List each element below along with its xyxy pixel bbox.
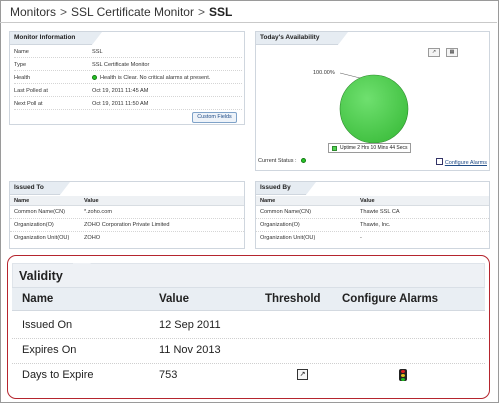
traffic-light-alarm-icon[interactable] bbox=[399, 369, 407, 381]
cell-name: Issued On bbox=[22, 319, 73, 331]
info-label: Last Polled at bbox=[14, 88, 48, 94]
validity-row-days-to-expire: Days to Expire 753 ↗ bbox=[12, 364, 485, 389]
info-label: Next Poll at bbox=[14, 101, 43, 107]
column-header-name: Name bbox=[22, 293, 54, 305]
info-label: Name bbox=[14, 49, 29, 55]
info-row-health: Health Health is Clear. No critical alar… bbox=[14, 72, 242, 84]
breadcrumb-current: SSL bbox=[208, 5, 233, 19]
table-row: Common Name(CN) *.zoho.com bbox=[10, 207, 244, 219]
issued-by-header: Name Value bbox=[256, 196, 489, 206]
column-header-threshold: Threshold bbox=[265, 293, 321, 305]
cell-value: ZOHO bbox=[84, 235, 101, 241]
cell-value: 753 bbox=[159, 369, 178, 381]
cell-name: Organization Unit(OU) bbox=[14, 235, 70, 241]
breadcrumb-separator: > bbox=[197, 5, 205, 19]
info-value: Oct 19, 2011 11:45 AM bbox=[92, 88, 149, 94]
cell-value: Thawte, Inc. bbox=[360, 222, 391, 228]
header-divider bbox=[0, 22, 497, 23]
validity-row-expires-on: Expires On 11 Nov 2013 bbox=[12, 339, 485, 364]
table-row: Organization Unit(OU) - bbox=[256, 233, 489, 245]
panel-title: Today's Availability bbox=[256, 32, 348, 45]
info-label: Health bbox=[14, 75, 31, 81]
validity-row-issued-on: Issued On 12 Sep 2011 bbox=[12, 314, 485, 339]
chart-settings-icon[interactable]: ▦ bbox=[446, 48, 458, 57]
issued-to-panel: Issued To Name Value Common Name(CN) *.z… bbox=[9, 181, 245, 249]
pie-leader-line bbox=[339, 72, 361, 79]
breadcrumb: Monitors > SSL Certificate Monitor > SSL bbox=[10, 5, 232, 21]
table-row: Organization Unit(OU) ZOHO bbox=[10, 233, 244, 245]
cell-value: *.zoho.com bbox=[84, 209, 112, 215]
availability-legend: Uptime 2 Hrs 10 Mins 44 Secs bbox=[328, 143, 411, 153]
cell-value: Thawte SSL CA bbox=[360, 209, 400, 215]
health-value: Health is Clear. No critical alarms at p… bbox=[92, 75, 210, 81]
info-value: SSL bbox=[92, 49, 103, 55]
table-row: Organization(O) ZOHO Corporation Private… bbox=[10, 220, 244, 232]
info-label: Type bbox=[14, 62, 27, 68]
legend-swatch bbox=[332, 146, 337, 151]
cell-name: Organization(O) bbox=[260, 222, 300, 228]
cell-name: Common Name(CN) bbox=[14, 209, 65, 215]
info-row-type: Type SSL Certificate Monitor bbox=[14, 59, 242, 71]
column-header-value: Value bbox=[360, 198, 375, 204]
cell-name: Organization(O) bbox=[14, 222, 54, 228]
panel-title: Monitor Information bbox=[10, 32, 102, 45]
column-header-value: Value bbox=[84, 198, 99, 204]
validity-title-bar: Validity bbox=[12, 263, 485, 288]
column-header-configure-alarms: Configure Alarms bbox=[342, 293, 439, 305]
validity-panel: Validity Name Value Threshold Configure … bbox=[7, 255, 490, 399]
cell-value: 12 Sep 2011 bbox=[159, 319, 221, 331]
breadcrumb-ssl-certificate-monitor[interactable]: SSL Certificate Monitor bbox=[71, 5, 194, 19]
breadcrumb-monitors[interactable]: Monitors bbox=[10, 5, 56, 19]
info-value: Oct 19, 2011 11:50 AM bbox=[92, 101, 149, 107]
cell-name: Common Name(CN) bbox=[260, 209, 311, 215]
monitor-information-panel: Monitor Information Name SSL Type SSL Ce… bbox=[9, 31, 245, 125]
issued-by-panel: Issued By Name Value Common Name(CN) Tha… bbox=[255, 181, 490, 249]
column-header-name: Name bbox=[260, 198, 276, 204]
column-header-name: Name bbox=[14, 198, 30, 204]
cell-value: ZOHO Corporation Private Limited bbox=[84, 222, 170, 228]
health-clear-icon bbox=[92, 75, 97, 80]
panel-title: Issued By bbox=[256, 182, 316, 195]
pie-slice-uptime bbox=[339, 74, 409, 144]
configure-alarms-link[interactable]: Configure Alarms bbox=[436, 158, 487, 166]
health-text: Health is Clear. No critical alarms at p… bbox=[100, 75, 211, 81]
validity-header: Name Value Threshold Configure Alarms bbox=[12, 287, 485, 311]
panel-title: Issued To bbox=[10, 182, 70, 195]
column-header-value: Value bbox=[159, 293, 190, 305]
status-up-icon bbox=[301, 158, 307, 163]
chart-zoom-icon[interactable]: ↗ bbox=[428, 48, 440, 57]
breadcrumb-separator: > bbox=[60, 5, 68, 19]
cell-value: - bbox=[360, 235, 362, 241]
cell-value: 11 Nov 2013 bbox=[159, 344, 221, 356]
table-row: Common Name(CN) Thawte SSL CA bbox=[256, 207, 489, 219]
table-row: Organization(O) Thawte, Inc. bbox=[256, 220, 489, 232]
current-status-label: Current Status : bbox=[258, 158, 297, 164]
custom-fields-button[interactable]: Custom Fields bbox=[192, 112, 237, 123]
validity-title: Validity bbox=[19, 269, 63, 283]
info-row-next-poll: Next Poll at Oct 19, 2011 11:50 AM bbox=[14, 98, 242, 110]
cell-name: Organization Unit(OU) bbox=[260, 235, 316, 241]
legend-label: Uptime 2 Hrs 10 Mins 44 Secs bbox=[340, 145, 408, 151]
pie-percent-label: 100.00% bbox=[313, 70, 335, 76]
info-row-name: Name SSL bbox=[14, 46, 242, 58]
info-row-last-polled: Last Polled at Oct 19, 2011 11:45 AM bbox=[14, 85, 242, 97]
cell-name: Days to Expire bbox=[22, 369, 94, 381]
edit-threshold-icon[interactable]: ↗ bbox=[297, 369, 308, 380]
availability-pie-chart bbox=[339, 72, 409, 144]
info-value: SSL Certificate Monitor bbox=[92, 62, 150, 68]
current-status-row: Current Status : Configure Alarms bbox=[258, 158, 487, 168]
issued-to-header: Name Value bbox=[10, 196, 244, 206]
cell-name: Expires On bbox=[22, 344, 77, 356]
